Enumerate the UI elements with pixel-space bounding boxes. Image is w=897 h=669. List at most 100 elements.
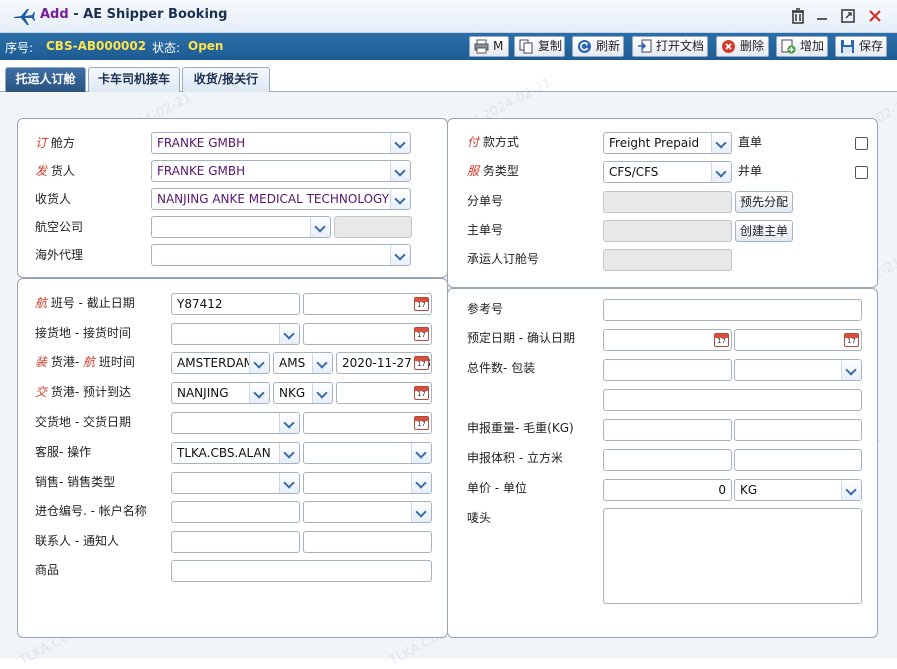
- chevron-down-icon[interactable]: [390, 133, 410, 153]
- pickup-place-select[interactable]: [171, 323, 300, 345]
- chevron-down-icon[interactable]: [312, 383, 332, 403]
- print-label: M: [493, 39, 504, 53]
- chevron-down-icon[interactable]: [312, 353, 332, 373]
- departure-port-select[interactable]: AMSTERDAM: [171, 352, 270, 374]
- direct-checkbox[interactable]: [855, 137, 868, 150]
- chevron-down-icon[interactable]: [279, 413, 299, 433]
- calendar-icon[interactable]: [414, 386, 429, 400]
- calendar-icon[interactable]: [844, 333, 859, 347]
- minimize-icon[interactable]: [813, 7, 831, 25]
- chevron-down-icon[interactable]: [711, 133, 731, 153]
- sales-select[interactable]: [171, 472, 300, 494]
- overseas-agent-select[interactable]: [151, 244, 411, 266]
- save-button[interactable]: 保存: [835, 36, 887, 57]
- airline-code-field: [334, 216, 412, 238]
- open-document-button[interactable]: 打开文档: [632, 36, 708, 57]
- customer-service-select[interactable]: TLKA.CBS.ALAN: [171, 442, 300, 464]
- maximize-icon[interactable]: [839, 7, 857, 25]
- chevron-down-icon[interactable]: [249, 353, 269, 373]
- add-button[interactable]: 增加: [776, 36, 828, 57]
- package-description-input[interactable]: [603, 389, 862, 411]
- close-icon[interactable]: [866, 7, 884, 25]
- service-type-select[interactable]: CFS/CFS: [603, 161, 732, 183]
- sales-type-select[interactable]: [303, 472, 432, 494]
- pieces-input[interactable]: [603, 359, 732, 381]
- trash-icon[interactable]: [789, 7, 807, 25]
- chevron-down-icon[interactable]: [279, 473, 299, 493]
- booking-party-select[interactable]: FRANKE GMBH: [151, 132, 411, 154]
- commodity-label: 商品: [35, 563, 60, 577]
- delivery-date-input[interactable]: [303, 412, 432, 434]
- notify-party-input[interactable]: [303, 531, 432, 553]
- shipper-select[interactable]: FRANKE GMBH: [151, 160, 411, 182]
- consignee-select[interactable]: NANJING ANKE MEDICAL TECHNOLOGY: [151, 188, 411, 210]
- delivery-place-select[interactable]: [171, 412, 300, 434]
- print-button[interactable]: M: [469, 36, 509, 57]
- save-label: 保存: [859, 39, 884, 53]
- calendar-icon[interactable]: [714, 333, 729, 347]
- chevron-down-icon[interactable]: [841, 360, 861, 380]
- calendar-icon[interactable]: [414, 356, 429, 370]
- service-panel: 付 款方式 Freight Prepaid 直单 服 务类型 CFS/CFS 并…: [447, 118, 878, 288]
- copy-button[interactable]: 复制: [514, 36, 565, 57]
- refresh-button[interactable]: 刷新: [572, 36, 624, 57]
- chevron-down-icon[interactable]: [841, 480, 861, 500]
- delete-button[interactable]: 删除: [716, 36, 769, 57]
- chevron-down-icon[interactable]: [390, 161, 410, 181]
- hawb-field: [603, 191, 732, 213]
- service-type-label: 服 务类型: [467, 164, 519, 178]
- chevron-down-icon[interactable]: [711, 162, 731, 182]
- confirm-date-input[interactable]: [734, 329, 862, 351]
- reference-label: 参考号: [467, 302, 504, 316]
- unit-select[interactable]: KG: [734, 479, 862, 501]
- flight-number-input[interactable]: Y87412: [171, 293, 300, 315]
- eta-input[interactable]: [336, 382, 432, 404]
- calendar-icon[interactable]: [414, 416, 429, 430]
- marks-textarea[interactable]: [603, 508, 862, 604]
- state-value: Open: [188, 39, 224, 53]
- chevron-down-icon[interactable]: [411, 473, 431, 493]
- operator-select[interactable]: [303, 442, 432, 464]
- reference-input[interactable]: [603, 299, 862, 321]
- departure-code-select[interactable]: AMS: [273, 352, 333, 374]
- account-name-select[interactable]: [303, 501, 432, 523]
- tab-truck-pickup[interactable]: 卡车司机接车: [88, 67, 180, 92]
- destination-code-select[interactable]: NKG: [273, 382, 333, 404]
- gross-weight-input[interactable]: [734, 419, 862, 441]
- preassign-button[interactable]: 预先分配: [735, 191, 793, 213]
- tab-receiving-customs[interactable]: 收货/报关行: [182, 67, 270, 92]
- unit-price-input[interactable]: 0: [603, 479, 732, 501]
- contact-input[interactable]: [171, 531, 300, 553]
- calendar-icon[interactable]: [414, 327, 429, 341]
- carrier-booking-label: 承运人订舱号: [467, 252, 540, 266]
- commodity-input[interactable]: [171, 560, 432, 582]
- chevron-down-icon[interactable]: [279, 443, 299, 463]
- booking-date-input[interactable]: [603, 329, 732, 351]
- tab-strip: 托运人订舱 卡车司机接车 收货/报关行: [0, 60, 897, 93]
- chevron-down-icon[interactable]: [279, 324, 299, 344]
- service-ops-label: 客服- 操作: [35, 445, 92, 459]
- calendar-icon[interactable]: [414, 297, 429, 311]
- mawb-field: [603, 220, 732, 242]
- routing-panel: 航 班号 - 截止日期 Y87412 接货地 - 接货时间 装 货港- 航 班时…: [17, 278, 448, 638]
- payment-select[interactable]: Freight Prepaid: [603, 132, 732, 154]
- destination-port-select[interactable]: NANJING: [171, 382, 270, 404]
- flight-time-input[interactable]: 2020-11-27 08:12: [336, 352, 432, 374]
- chevron-down-icon[interactable]: [411, 502, 431, 522]
- airline-select[interactable]: [151, 216, 331, 238]
- declared-volume-input[interactable]: [603, 449, 732, 471]
- consol-checkbox[interactable]: [855, 166, 868, 179]
- create-master-button[interactable]: 创建主单: [735, 220, 793, 242]
- package-select[interactable]: [734, 359, 862, 381]
- tab-shipper-booking[interactable]: 托运人订舱: [5, 67, 86, 93]
- cbm-input[interactable]: [734, 449, 862, 471]
- warehouse-number-input[interactable]: [171, 501, 300, 523]
- chevron-down-icon[interactable]: [390, 245, 410, 265]
- declared-weight-input[interactable]: [603, 419, 732, 441]
- chevron-down-icon[interactable]: [310, 217, 330, 237]
- chevron-down-icon[interactable]: [411, 443, 431, 463]
- chevron-down-icon[interactable]: [249, 383, 269, 403]
- cutoff-date-input[interactable]: [303, 293, 432, 315]
- pickup-time-input[interactable]: [303, 323, 432, 345]
- chevron-down-icon[interactable]: [390, 189, 410, 209]
